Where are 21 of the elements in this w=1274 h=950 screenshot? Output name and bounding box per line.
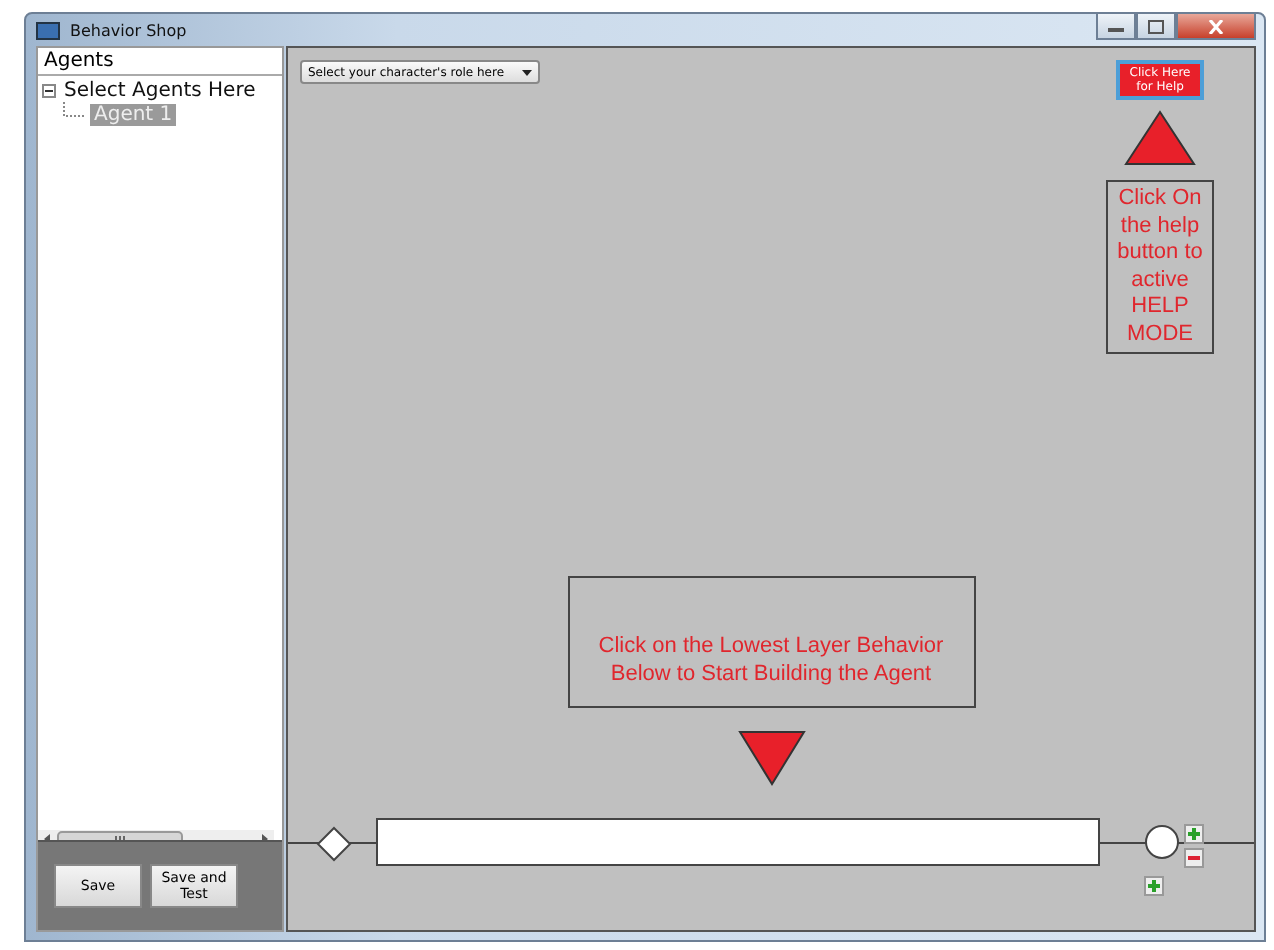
window-title: Behavior Shop <box>70 21 187 39</box>
close-button[interactable] <box>1176 14 1256 40</box>
minus-icon[interactable] <box>1184 848 1204 868</box>
caret-icon <box>522 69 532 75</box>
diamond-node-icon[interactable] <box>316 826 352 862</box>
tree-item[interactable]: Select Agents Here <box>60 80 260 102</box>
minimize-button[interactable] <box>1096 14 1136 40</box>
help-note: Click On the help button to active HELP MODE <box>1106 180 1214 354</box>
collapse-icon[interactable] <box>42 84 56 98</box>
maximize-button[interactable] <box>1136 14 1176 40</box>
behavior-layer-slot[interactable] <box>376 818 1100 866</box>
instruction-text: Click on the Lowest Layer Behavior Below to Start Building the Agent <box>567 576 975 708</box>
circle-node-icon[interactable] <box>1144 824 1180 860</box>
triangle-pointer-icon <box>737 730 805 786</box>
triangle-pointer-icon <box>1124 110 1196 166</box>
close-icon <box>1208 19 1224 33</box>
plus-icon[interactable] <box>1184 824 1204 844</box>
app-icon <box>36 21 60 39</box>
plus-icon[interactable] <box>1144 876 1164 896</box>
maximize-icon <box>1148 19 1164 33</box>
panel-header: Agents <box>38 48 282 76</box>
